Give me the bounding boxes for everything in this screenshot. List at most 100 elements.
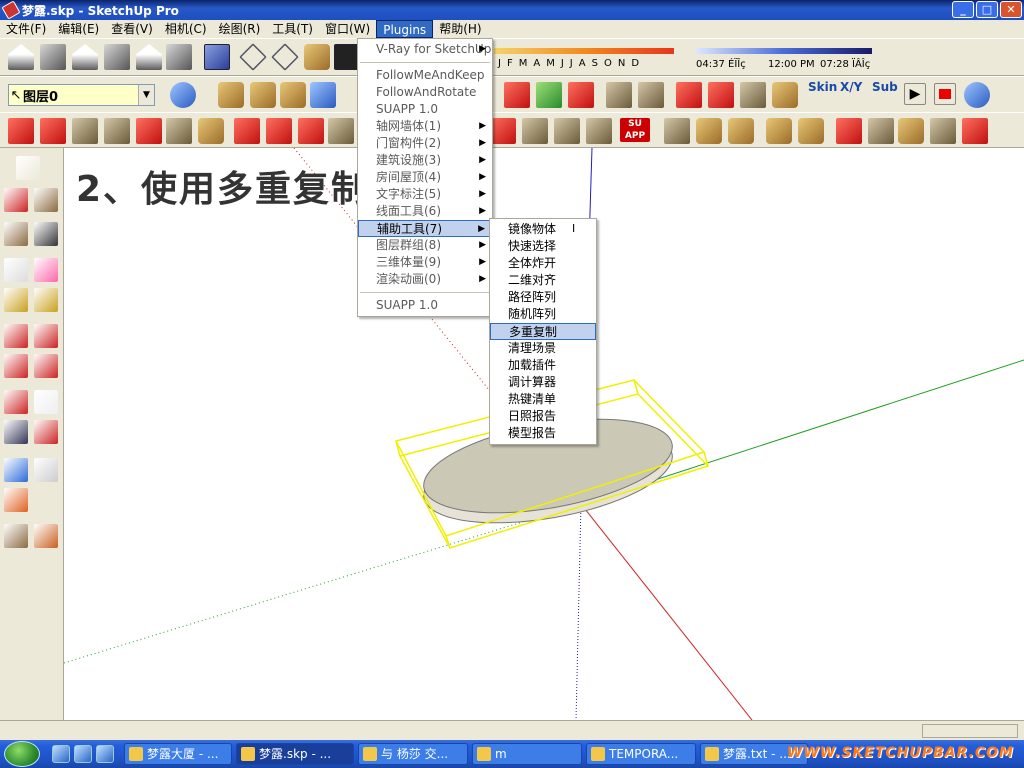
taskbar-item[interactable]: TEMPORA... bbox=[586, 743, 696, 765]
menu-item-suapp-category[interactable]: 房间屋顶(4) ▶ bbox=[358, 169, 492, 186]
circle-icon[interactable] bbox=[4, 222, 28, 246]
menu-8[interactable]: 帮助(H) bbox=[433, 20, 487, 38]
plugin-tool-icon[interactable] bbox=[104, 118, 130, 144]
rotate-icon[interactable] bbox=[4, 354, 28, 378]
plugin-tool-icon[interactable] bbox=[136, 118, 162, 144]
plugin-tool-icon[interactable] bbox=[930, 118, 956, 144]
aux-tool-item[interactable]: 镜像物体 bbox=[490, 221, 596, 238]
hidden-line-icon[interactable] bbox=[271, 43, 299, 71]
menu-item-suapp-category[interactable]: 门窗构件(2) ▶ bbox=[358, 135, 492, 152]
aux-tool-item[interactable]: 日照报告 bbox=[490, 408, 596, 425]
menu-6[interactable]: 窗口(W) bbox=[319, 20, 376, 38]
desktop-icon[interactable] bbox=[74, 745, 92, 763]
play-icon[interactable]: ▶ bbox=[904, 83, 926, 105]
follow-me-icon[interactable] bbox=[34, 354, 58, 378]
push-an-icon[interactable] bbox=[568, 82, 594, 108]
menu-item-suapp-category[interactable]: 三维体量(9) ▶ bbox=[358, 254, 492, 271]
menu-4[interactable]: 绘图(R) bbox=[213, 20, 267, 38]
taskbar-item[interactable]: 梦露.skp - ... bbox=[236, 743, 354, 765]
xyz-tool-label[interactable]: X/Y bbox=[840, 80, 862, 94]
taskbar-item[interactable]: 梦露大厦 - ... bbox=[124, 743, 232, 765]
menu-item-suapp-category[interactable]: 文字标注(5) ▶ bbox=[358, 186, 492, 203]
zoom-icon[interactable] bbox=[4, 420, 28, 444]
look-around-icon[interactable] bbox=[4, 488, 28, 512]
tag-m-icon[interactable] bbox=[218, 82, 244, 108]
plugin-tool-icon[interactable] bbox=[490, 118, 516, 144]
maximize-button[interactable]: □ bbox=[976, 1, 998, 18]
plugin-tool-icon[interactable] bbox=[8, 118, 34, 144]
paint-bucket-icon[interactable] bbox=[34, 258, 58, 282]
menu-item-suapp-category[interactable]: 线面工具(6) ▶ bbox=[358, 203, 492, 220]
skin-tool-label[interactable]: Skin bbox=[808, 80, 837, 94]
rectangle-icon[interactable] bbox=[34, 188, 58, 212]
plugin-tool-icon[interactable] bbox=[728, 118, 754, 144]
stop-icon[interactable] bbox=[934, 83, 956, 105]
line-extend-icon[interactable] bbox=[740, 82, 766, 108]
plugin-tool-icon[interactable] bbox=[836, 118, 862, 144]
menu-5[interactable]: 工具(T) bbox=[266, 20, 319, 38]
taskbar-item[interactable]: 与 杨莎 交... bbox=[358, 743, 468, 765]
menu-2[interactable]: 查看(V) bbox=[105, 20, 159, 38]
aux-tool-item[interactable]: 全体炸开 bbox=[490, 255, 596, 272]
layer-select[interactable]: ↖ 图层0 ▼ bbox=[8, 84, 155, 106]
aux-tool-item[interactable]: 加载插件 bbox=[490, 357, 596, 374]
protractor-icon[interactable] bbox=[34, 288, 58, 312]
sketchup-app-icon[interactable] bbox=[1, 0, 21, 20]
shaded-icon[interactable] bbox=[304, 44, 330, 70]
taskbar-item[interactable]: m bbox=[472, 743, 582, 765]
help-icon[interactable] bbox=[964, 82, 990, 108]
plugin-tool-icon[interactable] bbox=[898, 118, 924, 144]
time-slider[interactable] bbox=[696, 48, 872, 54]
media-icon[interactable] bbox=[96, 745, 114, 763]
aux-tool-item[interactable]: 热键清单 bbox=[490, 391, 596, 408]
xray-icon[interactable] bbox=[204, 44, 230, 70]
wireframe-icon[interactable] bbox=[239, 43, 267, 71]
menu-3[interactable]: 相机(C) bbox=[159, 20, 213, 38]
aux-tool-item[interactable]: 路径阵列 bbox=[490, 289, 596, 306]
plugin-tool-icon[interactable] bbox=[962, 118, 988, 144]
menu-item-plugin[interactable]: SUAPP 1.0 bbox=[358, 101, 492, 118]
aux-tool-item[interactable]: 清理场景 bbox=[490, 340, 596, 357]
plugin-tool-icon[interactable] bbox=[234, 118, 260, 144]
rotate-right-icon[interactable] bbox=[638, 82, 664, 108]
minimize-button[interactable]: _ bbox=[952, 1, 974, 18]
plugin-tool-icon[interactable] bbox=[40, 118, 66, 144]
start-button[interactable] bbox=[4, 741, 40, 767]
pan-icon[interactable] bbox=[34, 390, 58, 414]
move-icon[interactable] bbox=[34, 324, 58, 348]
plugin-tool-icon[interactable] bbox=[554, 118, 580, 144]
plugin-tool-icon[interactable] bbox=[868, 118, 894, 144]
menu-item-suapp-category[interactable]: 轴网墙体(1) ▶ bbox=[358, 118, 492, 135]
push-aj-icon[interactable] bbox=[504, 82, 530, 108]
menu-item-suapp-category[interactable]: 辅助工具(7) ▶ bbox=[358, 220, 492, 237]
plugin-tool-icon[interactable] bbox=[696, 118, 722, 144]
orbit-icon[interactable] bbox=[4, 390, 28, 414]
pen-tool-icon[interactable] bbox=[708, 82, 734, 108]
close-button[interactable]: ✕ bbox=[1000, 1, 1022, 18]
push-av-icon[interactable] bbox=[536, 82, 562, 108]
back-view-icon[interactable] bbox=[136, 44, 162, 70]
aux-tool-item[interactable]: 多重复制 bbox=[490, 323, 596, 340]
component-options-icon[interactable] bbox=[34, 524, 58, 548]
menu-item-vray[interactable]: V-Ray for SketchUp ▶ bbox=[358, 41, 492, 58]
component-icon[interactable] bbox=[4, 524, 28, 548]
zoom-extents-icon[interactable] bbox=[34, 420, 58, 444]
plugin-tool-icon[interactable] bbox=[664, 118, 690, 144]
ie-icon[interactable] bbox=[52, 745, 70, 763]
plugin-tool-icon[interactable] bbox=[72, 118, 98, 144]
sub-tool-label[interactable]: Sub bbox=[872, 80, 898, 94]
plugin-tool-icon[interactable] bbox=[298, 118, 324, 144]
right-view-icon[interactable] bbox=[104, 44, 130, 70]
plugin-tool-icon[interactable] bbox=[766, 118, 792, 144]
menu-item-plugin[interactable]: FollowAndRotate bbox=[358, 84, 492, 101]
curve-tool-icon[interactable] bbox=[676, 82, 702, 108]
menu-item-suapp-category[interactable]: 建筑设施(3) ▶ bbox=[358, 152, 492, 169]
plugin-tool-icon[interactable] bbox=[586, 118, 612, 144]
measurements-box[interactable] bbox=[922, 724, 1018, 738]
select-icon[interactable] bbox=[16, 156, 40, 180]
tag-o-icon[interactable] bbox=[250, 82, 276, 108]
front-view-icon[interactable] bbox=[72, 44, 98, 70]
plugin-tool-icon[interactable] bbox=[522, 118, 548, 144]
menu-item-plugin[interactable]: FollowMeAndKeep bbox=[358, 67, 492, 84]
left-view-icon[interactable] bbox=[166, 44, 192, 70]
